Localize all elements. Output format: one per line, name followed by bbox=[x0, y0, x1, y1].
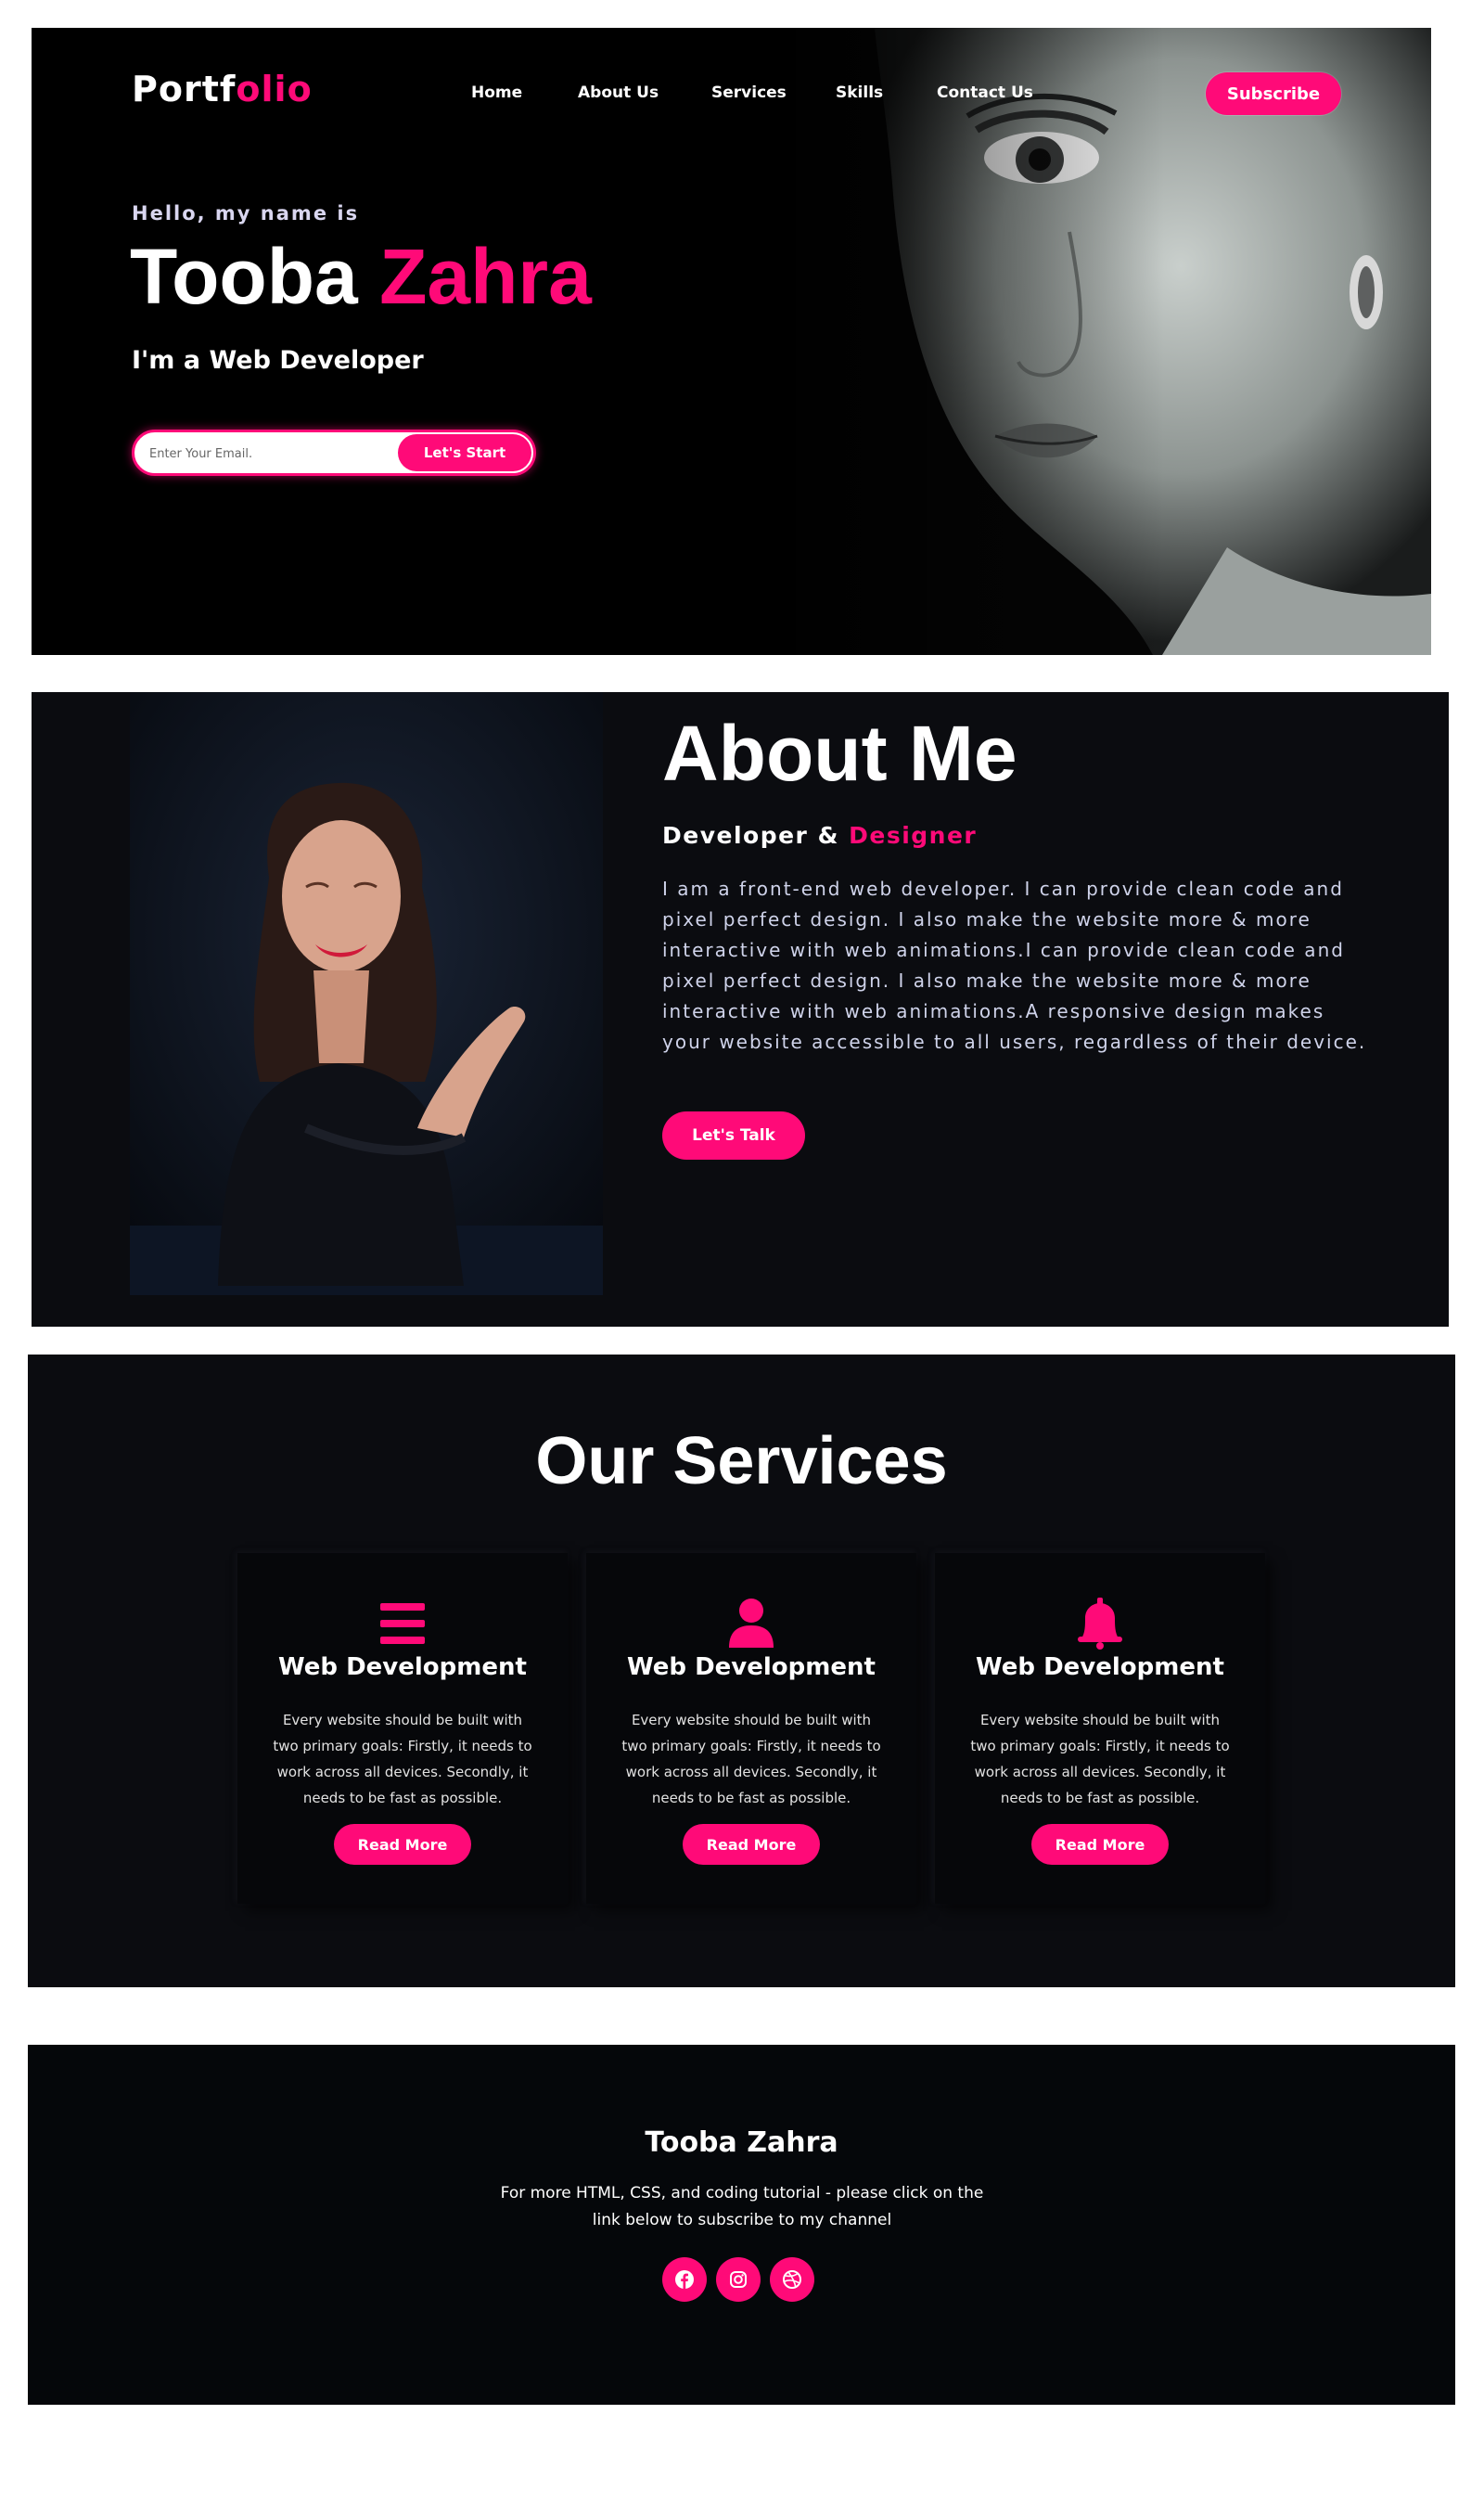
dribbble-icon bbox=[783, 2270, 801, 2289]
service-card: Web Development Every website should be … bbox=[237, 1553, 568, 1904]
nav-skills[interactable]: Skills bbox=[836, 83, 883, 102]
read-more-button[interactable]: Read More bbox=[1031, 1824, 1169, 1865]
read-more-button[interactable]: Read More bbox=[683, 1824, 820, 1865]
service-card-title: Web Development bbox=[278, 1653, 527, 1681]
lets-talk-button[interactable]: Let's Talk bbox=[662, 1111, 805, 1160]
facebook-button[interactable] bbox=[662, 2257, 707, 2302]
about-section: About Me Developer & Designer I am a fro… bbox=[32, 692, 1449, 1327]
footer-name: Tooba Zahra bbox=[645, 2126, 838, 2159]
about-subtitle-white: Developer & bbox=[662, 822, 839, 849]
menu-bars-icon bbox=[380, 1603, 425, 1644]
about-subtitle: Developer & Designer bbox=[662, 822, 977, 849]
service-card: Web Development Every website should be … bbox=[586, 1553, 916, 1904]
service-card-title: Web Development bbox=[627, 1653, 876, 1681]
logo-text-white: Portf bbox=[132, 69, 237, 109]
services-title: Our Services bbox=[535, 1424, 948, 1498]
hero-last-name: Zahra bbox=[379, 233, 592, 320]
dribbble-button[interactable] bbox=[770, 2257, 814, 2302]
nav-about-us[interactable]: About Us bbox=[578, 83, 659, 102]
about-portrait-image bbox=[130, 692, 603, 1295]
hero-first-name: Tooba bbox=[130, 233, 358, 320]
lets-start-button[interactable]: Let's Start bbox=[398, 434, 531, 471]
hero-name: Tooba Zahra bbox=[130, 234, 592, 319]
service-card-text: Every website should be built with two p… bbox=[621, 1712, 881, 1806]
hero-portrait-image bbox=[763, 28, 1431, 655]
hero-section: Portfolio Home About Us Services Skills … bbox=[32, 28, 1431, 655]
bell-icon bbox=[1078, 1598, 1122, 1650]
email-signup-form: Let's Start bbox=[132, 430, 536, 476]
subscribe-button[interactable]: Subscribe bbox=[1206, 72, 1341, 115]
hero-greeting: Hello, my name is bbox=[132, 202, 360, 225]
instagram-button[interactable] bbox=[716, 2257, 761, 2302]
user-icon bbox=[729, 1599, 774, 1648]
about-subtitle-pink: Designer bbox=[849, 822, 978, 849]
footer-text: For more HTML, CSS, and coding tutorial … bbox=[500, 2184, 984, 2229]
service-card-text: Every website should be built with two p… bbox=[970, 1712, 1230, 1806]
hero-role: I'm a Web Developer bbox=[132, 346, 424, 375]
email-input[interactable] bbox=[147, 432, 392, 473]
service-card-title: Web Development bbox=[976, 1653, 1224, 1681]
logo[interactable]: Portfolio bbox=[132, 69, 313, 109]
services-section: Our Services Web Development Every websi… bbox=[28, 1355, 1455, 1987]
footer: Tooba Zahra For more HTML, CSS, and codi… bbox=[28, 2045, 1455, 2405]
service-card-text: Every website should be built with two p… bbox=[273, 1712, 532, 1806]
about-title: About Me bbox=[662, 710, 1017, 797]
read-more-button[interactable]: Read More bbox=[334, 1824, 471, 1865]
about-description: I am a front-end web developer. I can pr… bbox=[662, 878, 1367, 1053]
nav-home[interactable]: Home bbox=[471, 83, 522, 102]
social-links bbox=[662, 2257, 814, 2302]
logo-text-pink: olio bbox=[236, 69, 313, 109]
nav-services[interactable]: Services bbox=[711, 83, 787, 102]
instagram-icon bbox=[730, 2271, 747, 2288]
nav-contact-us[interactable]: Contact Us bbox=[937, 83, 1033, 102]
facebook-icon bbox=[675, 2270, 694, 2289]
service-card: Web Development Every website should be … bbox=[935, 1553, 1265, 1904]
